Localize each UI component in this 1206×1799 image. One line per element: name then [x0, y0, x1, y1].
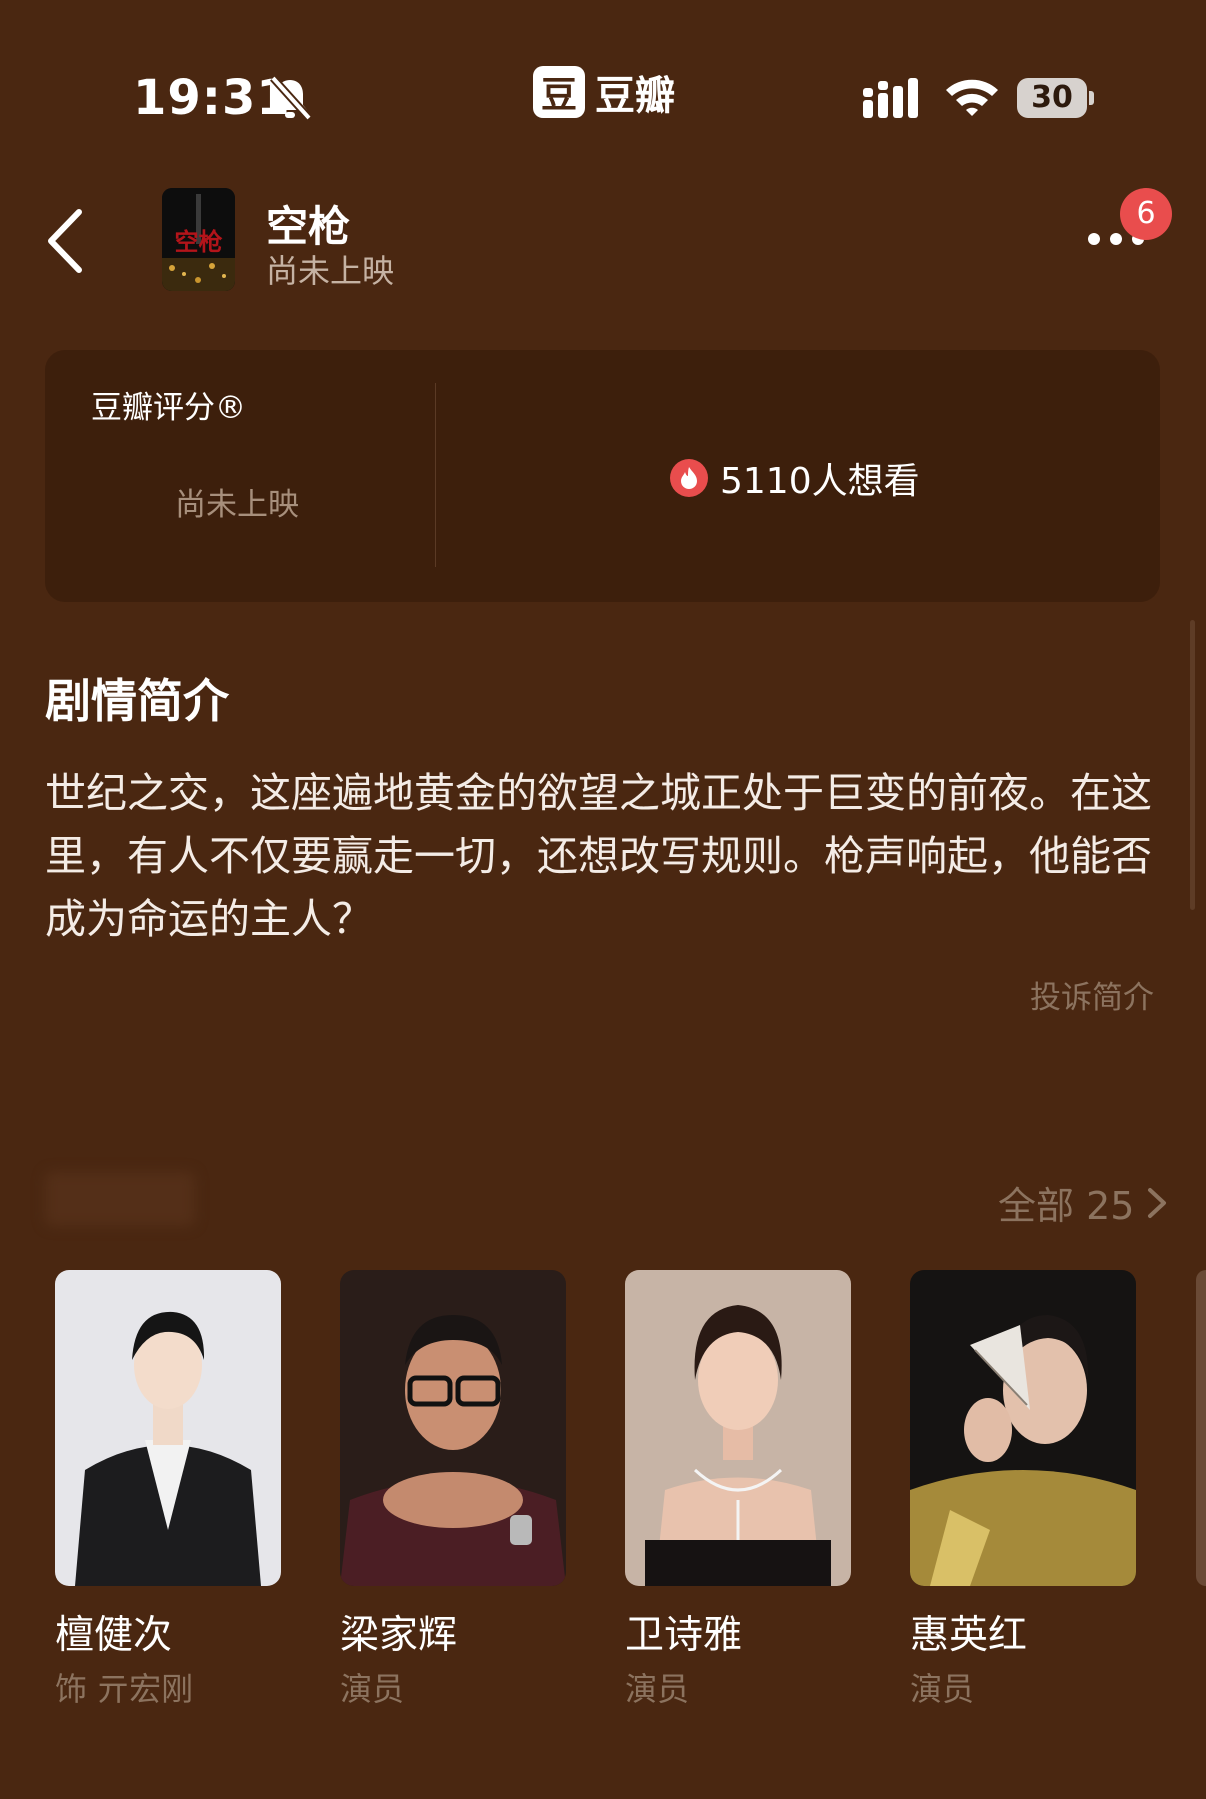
signal-icon — [863, 78, 918, 118]
cast-all-link[interactable]: 全部 25 — [998, 1175, 1168, 1230]
cast-photo — [910, 1270, 1136, 1586]
cast-card[interactable]: 梁家辉 演员 — [340, 1270, 566, 1708]
scrollbar[interactable] — [1190, 620, 1195, 910]
cast-photo — [340, 1270, 566, 1586]
cast-card[interactable]: 惠英红 演员 — [910, 1270, 1136, 1708]
cast-role: 演员 — [910, 1670, 975, 1708]
cast-name: 梁家辉 — [340, 1613, 458, 1658]
rating-label: 豆瓣评分® — [91, 390, 246, 426]
cast-role: 演员 — [340, 1670, 405, 1708]
cast-card[interactable]: 卫诗雅 演员 — [625, 1270, 851, 1708]
cast-card-peek[interactable] — [1196, 1270, 1206, 1586]
battery-level: 30 — [1031, 80, 1073, 115]
battery-icon: 30 — [1017, 78, 1095, 118]
bell-off-icon — [270, 75, 312, 121]
back-icon[interactable] — [45, 208, 85, 274]
app-logo: 豆 豆瓣 — [533, 66, 675, 119]
cast-all-label: 全部 25 — [998, 1184, 1135, 1228]
card-divider — [435, 383, 436, 567]
movie-title: 空枪 — [266, 202, 351, 251]
cast-photo — [625, 1270, 851, 1586]
wish-count: 5110人想看 — [720, 461, 920, 502]
cast-photo — [55, 1270, 281, 1586]
app-logo-icon: 豆 — [533, 66, 585, 118]
synopsis-heading: 剧情简介 — [45, 674, 229, 728]
rating-status: 尚未上映 — [175, 487, 299, 523]
movie-poster[interactable]: 空枪 — [162, 188, 235, 291]
fire-icon — [670, 459, 708, 497]
cast-name: 卫诗雅 — [625, 1613, 743, 1658]
wifi-icon — [946, 79, 998, 116]
cast-heading-blurred — [45, 1172, 195, 1226]
cast-role: 演员 — [625, 1670, 690, 1708]
cast-role: 饰 亓宏刚 — [55, 1670, 194, 1708]
cast-card[interactable]: 檀健次 饰 亓宏刚 — [55, 1270, 281, 1708]
report-synopsis-link[interactable]: 投诉简介 — [1030, 972, 1154, 1017]
notification-badge: 6 — [1120, 188, 1172, 240]
cast-name: 惠英红 — [910, 1613, 1028, 1658]
movie-status: 尚未上映 — [266, 252, 395, 290]
chevron-right-icon — [1148, 1187, 1167, 1218]
cast-name: 檀健次 — [55, 1613, 173, 1658]
poster-text: 空枪 — [175, 227, 223, 256]
app-name: 豆瓣 — [595, 73, 675, 119]
wish-count-row[interactable]: 5110人想看 — [670, 452, 920, 504]
synopsis-text: 世纪之交，这座遍地黄金的欲望之城正处于巨变的前夜。在这里，有人不仅要赢走一切，还… — [45, 769, 1152, 943]
